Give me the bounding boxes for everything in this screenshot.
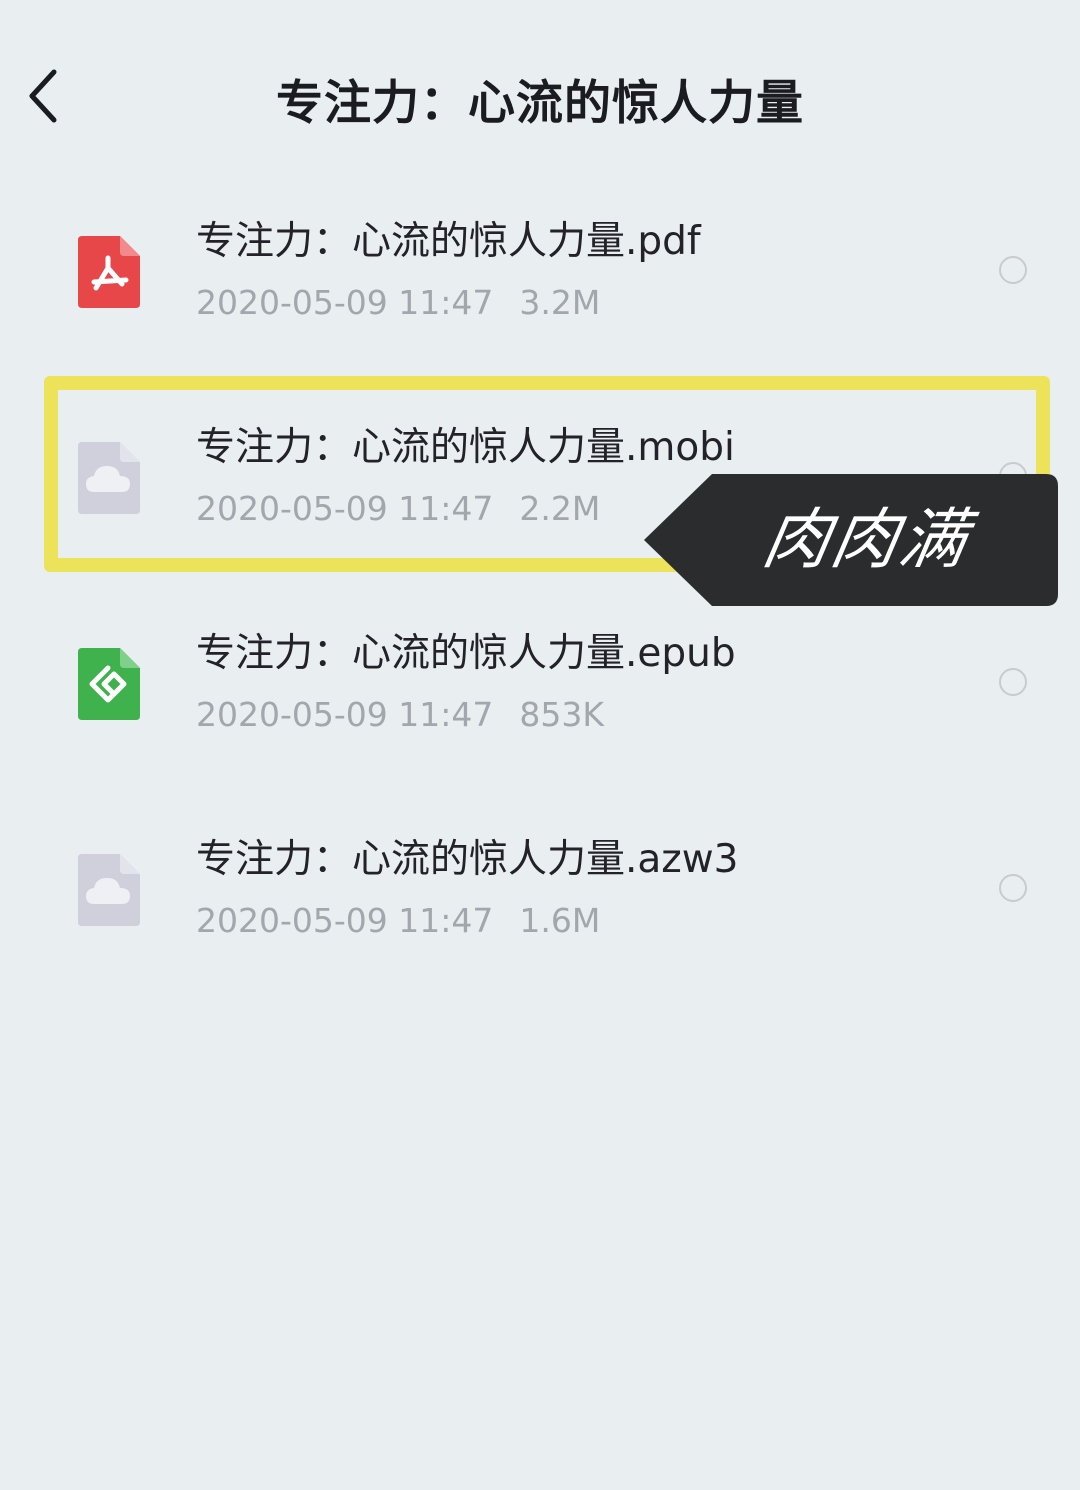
page-title: 专注力：心流的惊人力量	[276, 76, 804, 131]
select-radio[interactable]	[999, 256, 1027, 284]
file-row-pdf[interactable]: 专注力：心流的惊人力量.pdf 2020-05-09 11:47 3.2M	[0, 168, 1080, 374]
file-size: 3.2M	[519, 283, 601, 322]
file-meta: 2020-05-09 11:47 3.2M	[196, 280, 600, 326]
file-date: 2020-05-09 11:47	[196, 901, 494, 940]
file-date: 2020-05-09 11:47	[196, 489, 494, 528]
epub-icon	[74, 646, 142, 722]
file-date: 2020-05-09 11:47	[196, 695, 494, 734]
header: 专注力：心流的惊人力量	[0, 0, 1080, 190]
file-name: 专注力：心流的惊人力量.azw3	[196, 837, 739, 882]
cloud-file-icon	[74, 440, 142, 516]
file-size: 853K	[519, 695, 605, 734]
select-radio[interactable]	[999, 462, 1027, 490]
file-date: 2020-05-09 11:47	[196, 283, 494, 322]
file-meta: 2020-05-09 11:47 1.6M	[196, 898, 600, 944]
pdf-icon	[74, 234, 142, 310]
cloud-file-icon	[74, 852, 142, 928]
file-size: 2.2M	[519, 489, 601, 528]
file-meta: 2020-05-09 11:47 853K	[196, 692, 604, 738]
file-list: 专注力：心流的惊人力量.pdf 2020-05-09 11:47 3.2M 专注力…	[0, 168, 1080, 992]
file-name: 专注力：心流的惊人力量.mobi	[196, 425, 735, 470]
select-radio[interactable]	[999, 874, 1027, 902]
file-name: 专注力：心流的惊人力量.epub	[196, 631, 736, 676]
file-row-azw3[interactable]: 专注力：心流的惊人力量.azw3 2020-05-09 11:47 1.6M	[0, 786, 1080, 992]
file-row-mobi[interactable]: 专注力：心流的惊人力量.mobi 2020-05-09 11:47 2.2M	[0, 374, 1080, 580]
file-row-epub[interactable]: 专注力：心流的惊人力量.epub 2020-05-09 11:47 853K	[0, 580, 1080, 786]
file-name: 专注力：心流的惊人力量.pdf	[196, 219, 701, 264]
file-meta: 2020-05-09 11:47 2.2M	[196, 486, 600, 532]
select-radio[interactable]	[999, 668, 1027, 696]
file-size: 1.6M	[519, 901, 601, 940]
